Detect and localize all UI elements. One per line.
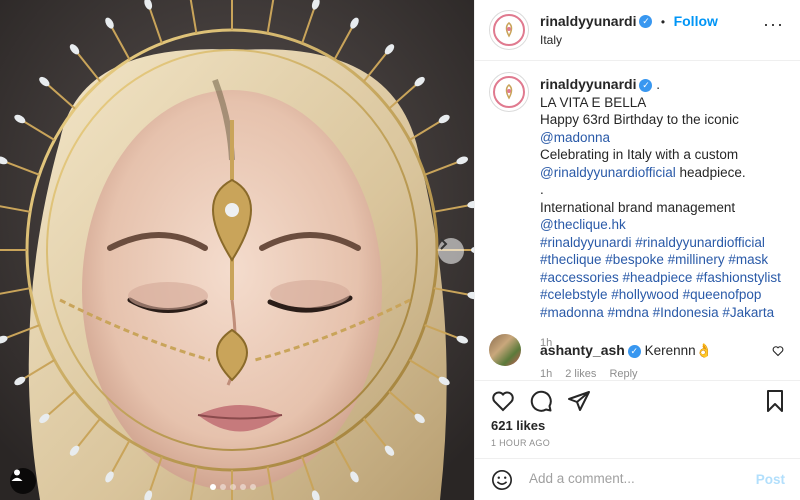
comment-like-button[interactable]	[772, 344, 784, 362]
comment-input[interactable]	[529, 471, 749, 486]
caption-link[interactable]: @madonna	[540, 130, 610, 145]
verified-badge-icon: ✓	[639, 15, 653, 29]
caption-lines: LA VITA E BELLA Happy 63rd Birthday to th…	[540, 94, 790, 322]
post-username[interactable]: rinaldyyunardi	[540, 13, 636, 29]
user-tag-button[interactable]	[10, 468, 36, 494]
post-caption: rinaldyyunardi ✓ . LA VITA E BELLA Happy 6…	[540, 76, 790, 353]
carousel-dot	[230, 484, 236, 490]
avatar-ring	[493, 76, 525, 108]
header-user-line: rinaldyyunardi ✓ • Follow	[540, 13, 718, 31]
caption-text: Happy 63rd Birthday to the iconic	[540, 112, 739, 127]
add-comment-bar: Post	[475, 458, 800, 500]
share-button[interactable]	[567, 389, 591, 418]
comment-avatar[interactable]	[489, 334, 521, 366]
caption-area: rinaldyyunardi ✓ . LA VITA E BELLA Happy 6…	[475, 62, 800, 380]
verified-badge-icon: ✓	[639, 78, 653, 92]
caption-link[interactable]: #celebstyle #hollywood #queenofpop	[540, 287, 761, 302]
comment-likes[interactable]: 2 likes	[565, 368, 596, 380]
chevron-right-icon	[440, 238, 448, 250]
likes-count[interactable]: 621 likes	[491, 418, 545, 433]
caption-user-line: rinaldyyunardi ✓ .	[540, 76, 790, 94]
header-separator: •	[660, 15, 666, 29]
caption-line: #rinaldyyunardi #rinaldyyunardiofficial	[540, 234, 790, 252]
caption-line: LA VITA E BELLA	[540, 94, 790, 112]
post-header: rinaldyyunardi ✓ • Follow Italy ···	[475, 0, 800, 61]
comment-text-line: ashanty_ash ✓ Kerennn👌	[540, 342, 712, 359]
heart-icon	[492, 391, 514, 412]
comment-username[interactable]: ashanty_ash	[540, 342, 625, 358]
caption-text: .	[540, 182, 544, 197]
caption-link[interactable]: #rinaldyyunardi #rinaldyyunardiofficial	[540, 235, 765, 250]
carousel-dot	[210, 484, 216, 490]
caption-link[interactable]: @theclique.hk	[540, 217, 626, 232]
caption-line: @theclique.hk	[540, 216, 790, 234]
share-icon	[568, 391, 590, 411]
caption-line: Celebrating in Italy with a custom	[540, 146, 790, 164]
caption-line: International brand management	[540, 199, 790, 217]
post-location[interactable]: Italy	[540, 33, 562, 47]
caption-line: @rinaldyyunardiofficial headpiece.	[540, 164, 790, 182]
carousel-dot	[250, 484, 256, 490]
bookmark-icon	[767, 390, 783, 412]
carousel-dot	[240, 484, 246, 490]
caption-line: #theclique #bespoke #millinery #mask	[540, 251, 790, 269]
post-time[interactable]: 1 HOUR AGO	[491, 438, 550, 448]
caption-line: Happy 63rd Birthday to the iconic	[540, 111, 790, 129]
caption-line: @madonna	[540, 129, 790, 147]
comment-icon	[530, 390, 552, 412]
caption-link[interactable]: @rinaldyyunardiofficial	[540, 165, 676, 180]
emoji-button[interactable]	[491, 469, 513, 496]
caption-link[interactable]: #madonna #mdna #Indonesia #Jakarta	[540, 305, 774, 320]
post-panel: rinaldyyunardi ✓ • Follow Italy ··· rinal…	[474, 0, 800, 500]
caption-avatar[interactable]	[489, 72, 529, 112]
caption-trailing: .	[656, 77, 660, 92]
carousel-dots	[210, 484, 256, 490]
caption-link[interactable]: #theclique #bespoke #millinery #mask	[540, 252, 768, 267]
comment-text: Kerennn👌	[644, 343, 713, 358]
like-button[interactable]	[491, 389, 515, 418]
comment-button[interactable]	[529, 389, 553, 418]
brand-logo-icon	[505, 84, 513, 100]
caption-text: Celebrating in Italy with a custom	[540, 147, 739, 162]
caption-username[interactable]: rinaldyyunardi	[540, 76, 636, 92]
avatar-ring	[493, 14, 525, 46]
save-button[interactable]	[763, 389, 787, 418]
verified-badge-icon: ✓	[627, 344, 641, 358]
caption-line: #accessories #headpiece #fashionstylist	[540, 269, 790, 287]
emoji-icon	[492, 470, 512, 490]
caption-text: International brand management	[540, 199, 736, 215]
follow-button[interactable]: Follow	[674, 13, 718, 29]
reply-button[interactable]: Reply	[609, 368, 637, 380]
more-options-icon[interactable]: ···	[763, 14, 784, 35]
post-comment-button[interactable]: Post	[756, 472, 785, 487]
caption-line: #celebstyle #hollywood #queenofpop	[540, 286, 790, 304]
action-bar	[475, 380, 800, 420]
carousel-dot	[220, 484, 226, 490]
brand-logo-icon	[505, 22, 513, 38]
caption-line: .	[540, 181, 790, 199]
post-photo[interactable]	[0, 0, 474, 500]
caption-link[interactable]: #accessories #headpiece #fashionstylist	[540, 270, 781, 285]
comment-time[interactable]: 1h	[540, 368, 552, 380]
photo-illustration	[0, 0, 474, 500]
avatar[interactable]	[489, 10, 529, 50]
comment-meta: 1h 2 likes Reply	[540, 368, 638, 380]
carousel-next-button[interactable]	[438, 238, 464, 264]
caption-text: headpiece.	[675, 164, 746, 180]
user-tag-icon	[11, 469, 23, 481]
heart-icon	[772, 346, 784, 357]
caption-text: LA VITA E BELLA	[540, 94, 647, 110]
caption-line: #madonna #mdna #Indonesia #Jakarta	[540, 304, 790, 322]
